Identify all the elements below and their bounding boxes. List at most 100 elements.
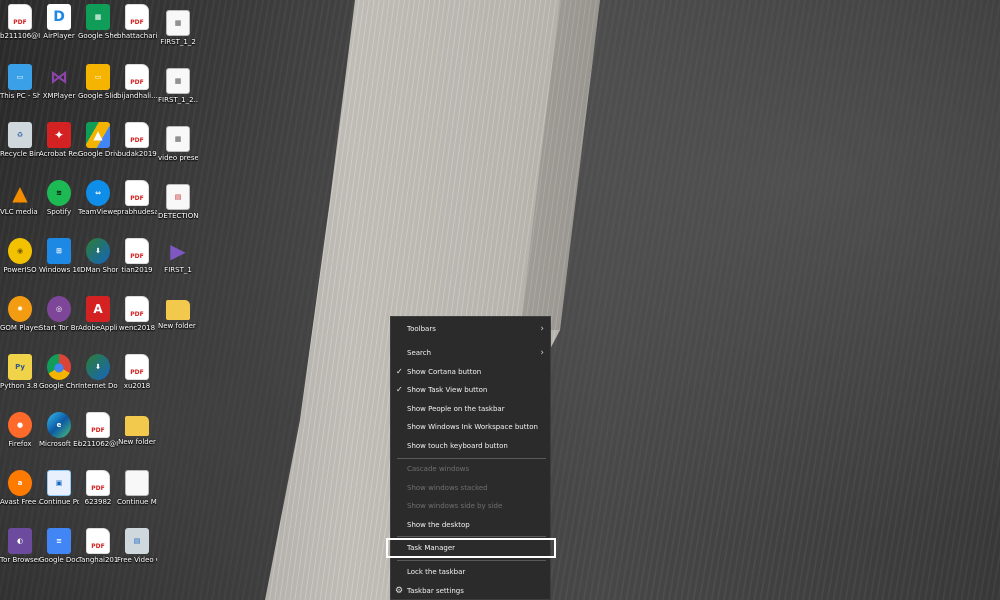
desktop-icon-xmplayer[interactable]: ⋈ XMPlayer (39, 64, 79, 101)
desktop-icon-label: Continue Position... (39, 498, 79, 506)
desktop[interactable]: PDF b211106@IC... ▭ This PC - Shortcut ♻… (0, 0, 1000, 600)
desktop-icon-python[interactable]: Py Python 3.8 64-bit (0, 354, 40, 390)
desktop-icon-label: bijandhali... (117, 92, 157, 100)
desktop-icon-label: budak2019 (117, 150, 157, 158)
menu-item-label: Lock the taskbar (407, 568, 466, 576)
desktop-icon-pdf-tian2019[interactable]: PDF tian2019 (117, 238, 157, 274)
desktop-icon-label: video presentati... (158, 154, 198, 162)
desktop-icon-label: This PC - Shortcut (0, 92, 40, 100)
desktop-icon-first-1-mp4[interactable]: ▶ FIRST_1 (158, 238, 198, 274)
pdf-icon: PDF (125, 296, 149, 322)
desktop-icon-label: Google Chrome (39, 382, 79, 390)
menu-item-toolbars[interactable]: Toolbars › (391, 320, 550, 338)
desktop-icon-google-drive[interactable]: ▲ Google Drive (78, 122, 118, 158)
desktop-icon-label: New folder (2) (158, 322, 198, 330)
menu-item-task-manager[interactable]: Task Manager (386, 538, 556, 558)
desktop-icon-label: b211106@IC... (0, 32, 40, 40)
desktop-icon-firefox[interactable]: ● Firefox (0, 412, 40, 448)
desktop-icon-continue-position[interactable]: ▣ Continue Position... (39, 470, 79, 506)
desktop-icon-acrobat[interactable]: ✦ Acrobat Reader DC (39, 122, 79, 158)
google-sheets-icon: ▦ (86, 4, 110, 30)
menu-item-label: Show Windows Ink Workspace button (407, 423, 538, 431)
firefox-icon: ● (8, 412, 32, 438)
desktop-icon-label: 623982 (84, 498, 112, 506)
desktop-icon-spotify[interactable]: ≋ Spotify (39, 180, 79, 216)
desktop-icon-label: Avast Free Antivirus (0, 498, 40, 506)
desktop-icon-label: TeamViewer (78, 208, 118, 216)
desktop-icon-detection-p300[interactable]: ▤ DETECTION OF P300 U... (158, 184, 198, 220)
desktop-icon-label: Python 3.8 64-bit (0, 382, 40, 390)
desktop-icon-pdf-bijandhali[interactable]: PDF bijandhali... (117, 64, 157, 100)
desktop-icon-this-pc[interactable]: ▭ This PC - Shortcut (0, 64, 40, 100)
desktop-icon-label: Tor Browser (0, 556, 40, 564)
desktop-icon-avast[interactable]: a Avast Free Antivirus (0, 470, 40, 506)
desktop-icon-continue-microsoft[interactable]: Continue Microsof... (117, 470, 157, 506)
poweriso-icon: ◉ (8, 238, 32, 264)
desktop-icon-pdf-bhattachari[interactable]: PDF bhattachari... (117, 4, 157, 40)
desktop-icon-tor-browser[interactable]: ◐ Tor Browser (0, 528, 40, 564)
desktop-icon-video-presentation[interactable]: ▦ video presentati... (158, 126, 198, 162)
desktop-icon-internet-download[interactable]: ⬇ Internet Downlo... (78, 354, 118, 390)
menu-item-search[interactable]: Search › (391, 344, 550, 362)
desktop-icon-label: Acrobat Reader DC (39, 150, 79, 158)
pdf-icon: PDF (125, 4, 149, 30)
desktop-icon-google-docs[interactable]: ≡ Google Docs (39, 528, 79, 564)
menu-item-taskbar-settings[interactable]: ⚙ Taskbar settings (391, 582, 550, 600)
desktop-icon-label: Free Video Compressor (117, 556, 157, 564)
menu-item-show-touch-keyboard[interactable]: Show touch keyboard button (391, 437, 550, 455)
desktop-icon-poweriso[interactable]: ◉ PowerISO (0, 238, 40, 274)
desktop-icon-pdf-xu2018[interactable]: PDF xu2018 (117, 354, 157, 390)
menu-separator (397, 560, 546, 561)
desktop-icon-label: New folder (118, 438, 156, 446)
desktop-icon-first-1-2[interactable]: ▦ FIRST_1_2 (158, 10, 198, 46)
desktop-icon-pdf-b211106[interactable]: PDF b211106@IC... (0, 4, 40, 40)
python-icon: Py (8, 354, 32, 380)
edge-icon: e (47, 412, 71, 438)
desktop-icon-pdf-wenc2018[interactable]: PDF wenc2018 (117, 296, 157, 332)
xmplayer-icon: ⋈ (50, 66, 68, 88)
menu-item-show-cortana-button[interactable]: ✓ Show Cortana button (391, 363, 550, 381)
pdf-icon: PDF (125, 354, 149, 380)
desktop-icon-new-folder[interactable]: New folder (117, 412, 157, 446)
desktop-icon-label: AirPlayer (43, 32, 75, 40)
desktop-icon-edge[interactable]: e Microsoft Edge (39, 412, 79, 448)
desktop-icon-idm[interactable]: ⬇ IDMan Shortcut (78, 238, 118, 274)
desktop-icon-gom-player[interactable]: ✹ GOM Player (0, 296, 40, 332)
desktop-icon-teamviewer[interactable]: ⇔ TeamViewer (78, 180, 118, 216)
desktop-icon-recycle-bin[interactable]: ♻ Recycle Bin (0, 122, 40, 158)
desktop-icon-pdf-budak2019[interactable]: PDF budak2019 (117, 122, 157, 158)
desktop-icon-pdf-b211062[interactable]: PDF b211062@IIL... (78, 412, 118, 448)
checkmark-icon: ✓ (396, 367, 403, 376)
desktop-icon-adobe-application[interactable]: A AdobeApplication... (78, 296, 118, 332)
desktop-icon-google-sheets[interactable]: ▦ Google Sheets (78, 4, 118, 40)
gom-player-icon: ✹ (8, 296, 32, 322)
desktop-icon-start-tor[interactable]: ◎ Start Tor Browser (39, 296, 79, 332)
desktop-icon-google-slides[interactable]: ▭ Google Slides (78, 64, 118, 100)
document-icon: ▤ (166, 184, 190, 210)
menu-item-label: Show windows side by side (407, 502, 503, 510)
desktop-icon-label: Internet Downlo... (78, 382, 118, 390)
menu-item-show-people[interactable]: Show People on the taskbar (391, 400, 550, 418)
tor-start-icon: ◎ (47, 296, 71, 322)
desktop-icon-chrome[interactable]: ● Google Chrome (39, 354, 79, 390)
chevron-right-icon: › (540, 348, 544, 358)
desktop-icon-airplayer[interactable]: D AirPlayer (39, 4, 79, 40)
desktop-icon-windows-usb[interactable]: ⊞ Windows 10 USB/DVD... (39, 238, 79, 274)
menu-item-show-the-desktop[interactable]: Show the desktop (391, 516, 550, 534)
desktop-icon-first-1-2-b[interactable]: ▦ FIRST_1_2... (158, 68, 198, 104)
taskbar-context-menu: Toolbars › Search › ✓ Show Cortana butto… (386, 316, 556, 600)
menu-item-show-ink-workspace[interactable]: Show Windows Ink Workspace button (391, 418, 550, 436)
desktop-icon-pdf-623982[interactable]: PDF 623982 (78, 470, 118, 506)
desktop-icon-vlc[interactable]: ▲ VLC media player (0, 180, 40, 216)
desktop-icon-label: FIRST_1_2 (160, 38, 196, 46)
desktop-icon-pdf-prabhudesal[interactable]: PDF prabhudesal... (117, 180, 157, 216)
menu-item-lock-the-taskbar[interactable]: Lock the taskbar (391, 563, 550, 581)
desktop-icon-free-video-compressor[interactable]: ▤ Free Video Compressor (117, 528, 157, 564)
pdf-icon: PDF (125, 122, 149, 148)
menu-item-label: Show Cortana button (407, 368, 482, 376)
desktop-icon-pdf-tanghai2019[interactable]: PDF Tanghai2019 (78, 528, 118, 564)
google-slides-icon: ▭ (86, 64, 110, 90)
adobe-icon: A (86, 296, 110, 322)
desktop-icon-new-folder-2[interactable]: New folder (2) (158, 296, 198, 330)
menu-item-show-task-view-button[interactable]: ✓ Show Task View button (391, 381, 550, 399)
